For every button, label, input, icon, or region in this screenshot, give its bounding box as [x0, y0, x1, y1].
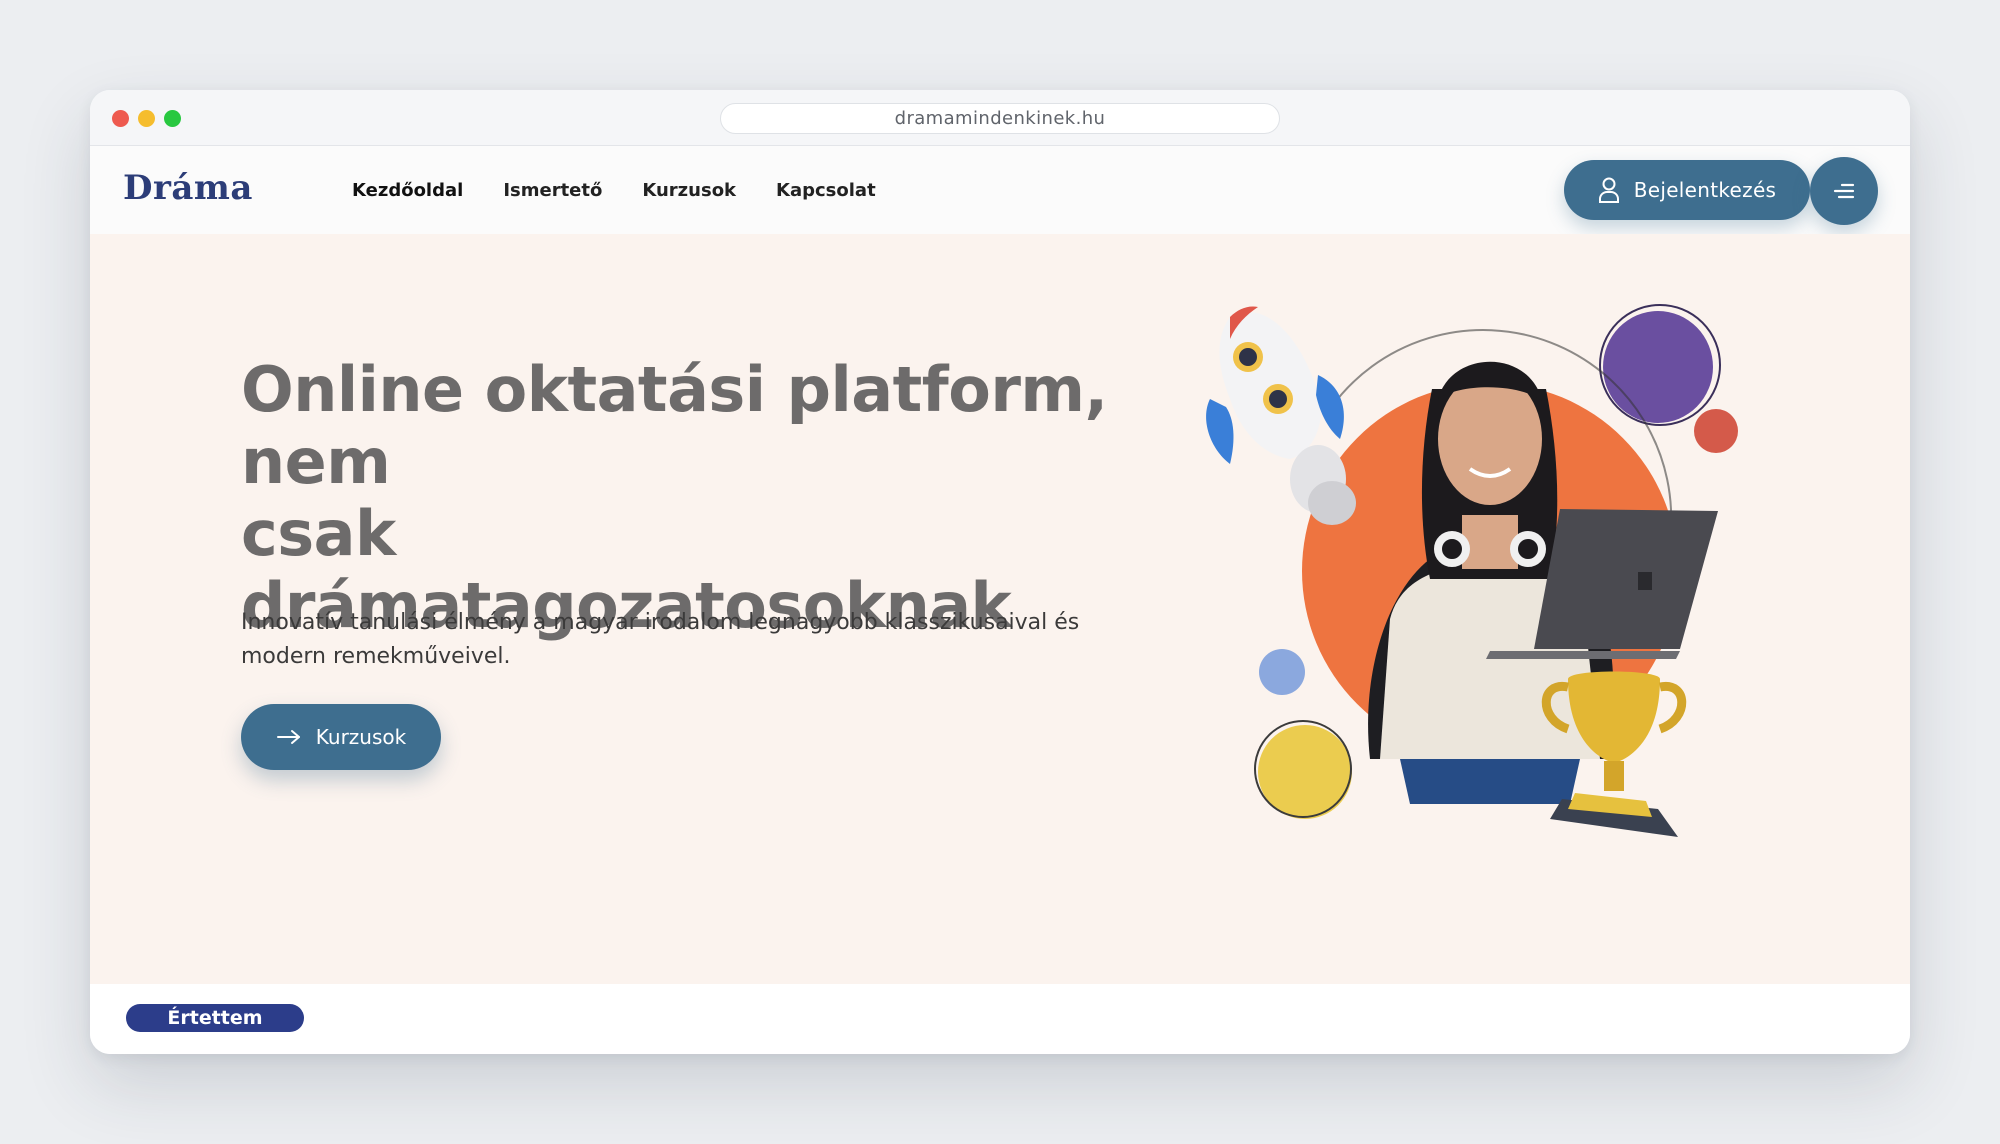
nav-link-courses[interactable]: Kurzusok — [642, 180, 736, 201]
hero-headline: Online oktatási platform, nem csak dráma… — [241, 354, 1141, 642]
main-nav: Kezdőoldal Ismertető Kurzusok Kapcsolat — [352, 146, 916, 234]
courses-cta-label: Kurzusok — [315, 725, 407, 749]
nav-link-contact[interactable]: Kapcsolat — [776, 180, 876, 201]
maximize-window-button[interactable] — [164, 110, 181, 127]
nav-link-home[interactable]: Kezdőoldal — [352, 180, 463, 201]
hero-illustration — [1206, 304, 1738, 837]
arrow-right-icon — [276, 730, 300, 744]
address-bar[interactable]: dramamindenkinek.hu — [720, 103, 1280, 134]
accept-cookies-button[interactable]: Értettem — [126, 1004, 304, 1032]
hero-headline-line2: nem — [241, 425, 391, 498]
nav-link-about[interactable]: Ismertető — [503, 180, 602, 201]
site-logo[interactable]: Dráma — [123, 168, 253, 208]
browser-window: dramamindenkinek.hu Dráma Kezdőoldal Ism… — [90, 90, 1910, 1054]
menu-icon — [1833, 183, 1855, 199]
minimize-window-button[interactable] — [138, 110, 155, 127]
hero-headline-line1: Online oktatási platform, — [241, 353, 1108, 426]
login-button[interactable]: Bejelentkezés — [1564, 160, 1810, 220]
courses-cta-button[interactable]: Kurzusok — [241, 704, 441, 770]
user-icon — [1598, 177, 1619, 203]
blue-dot-shape — [1259, 649, 1305, 695]
hero-subtext: Innovatív tanulási élmény a magyar iroda… — [241, 610, 1080, 669]
rocket-icon — [1206, 306, 1356, 525]
purple-blob-shape — [1599, 304, 1721, 426]
red-dot-shape — [1694, 409, 1738, 453]
browser-titlebar: dramamindenkinek.hu — [90, 90, 1910, 146]
close-window-button[interactable] — [112, 110, 129, 127]
menu-button[interactable] — [1810, 157, 1878, 225]
site-header: Dráma Kezdőoldal Ismertető Kurzusok Kapc… — [90, 146, 1910, 234]
cookie-bar: Értettem — [90, 984, 1910, 1054]
login-button-label: Bejelentkezés — [1633, 178, 1777, 202]
yellow-blob-shape — [1254, 720, 1352, 819]
hero-section: Online oktatási platform, nem csak dráma… — [90, 234, 1910, 984]
